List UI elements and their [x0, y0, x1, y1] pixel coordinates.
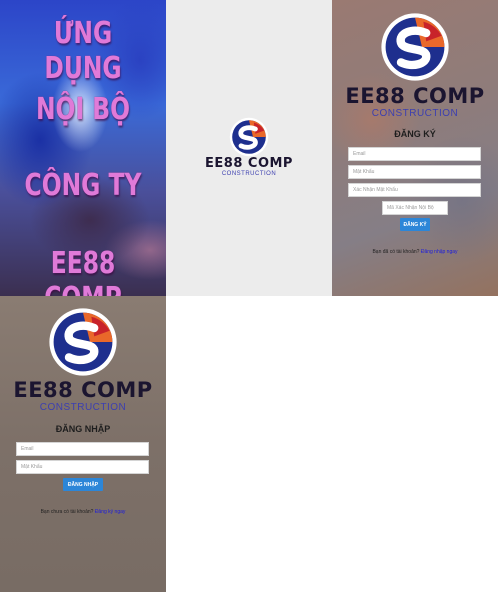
- register-link[interactable]: Đăng ký ngay: [95, 509, 126, 515]
- brand-name: EE88 COMP: [345, 84, 485, 108]
- company-logo-icon: [229, 117, 269, 157]
- promo-line-3: CÔNG TY: [24, 168, 142, 203]
- login-title: ĐĂNG NHẬP: [55, 424, 111, 434]
- login-footer: Bạn chưa có tài khoản? Đăng ký ngay: [0, 509, 166, 515]
- register-footer-text: Bạn đã có tài khoản?: [372, 249, 420, 255]
- login-screen: EE88 COMP CONSTRUCTION ĐĂNG NHẬP Email M…: [0, 296, 166, 592]
- confirm-password-field[interactable]: Xác Nhận Mật Khẩu: [348, 183, 481, 197]
- register-title: ĐĂNG KÝ: [394, 129, 436, 139]
- company-logo-icon: [49, 308, 117, 376]
- brand-subtitle: CONSTRUCTION: [221, 171, 277, 177]
- splash-screen: EE88 COMP CONSTRUCTION: [166, 0, 332, 296]
- promo-line-4: EE88 COMP: [44, 246, 122, 296]
- email-field[interactable]: Email: [348, 147, 481, 161]
- login-button[interactable]: ĐĂNG NHẬP: [63, 478, 103, 491]
- login-footer-text: Bạn chưa có tài khoản?: [40, 509, 94, 515]
- login-link[interactable]: Đăng nhập ngay: [421, 249, 458, 255]
- password-field[interactable]: Mật Khẩu: [348, 165, 481, 179]
- register-screen: EE88 COMP CONSTRUCTION ĐĂNG KÝ Email Mật…: [332, 0, 498, 296]
- promo-line-2: NỘI BỘ: [35, 92, 131, 127]
- promo-line-1: ỨNG DỤNG: [44, 16, 122, 86]
- brand-name: EE88 COMP: [13, 378, 153, 402]
- register-button[interactable]: ĐĂNG KÝ: [400, 218, 430, 231]
- brand-subtitle: CONSTRUCTION: [371, 108, 459, 119]
- brand-subtitle: CONSTRUCTION: [39, 402, 127, 413]
- brand-name: EE88 COMP: [205, 156, 293, 171]
- promo-panel: ỨNG DỤNG NỘI BỘ CÔNG TY EE88 COMP: [0, 0, 166, 296]
- company-logo-icon: [381, 13, 449, 81]
- register-footer: Bạn đã có tài khoản? Đăng nhập ngay: [332, 249, 498, 255]
- password-field[interactable]: Mật Khẩu: [16, 460, 149, 474]
- email-field[interactable]: Email: [16, 442, 149, 456]
- internal-code-field[interactable]: Mã Xác Nhận Nội Bộ: [382, 201, 448, 215]
